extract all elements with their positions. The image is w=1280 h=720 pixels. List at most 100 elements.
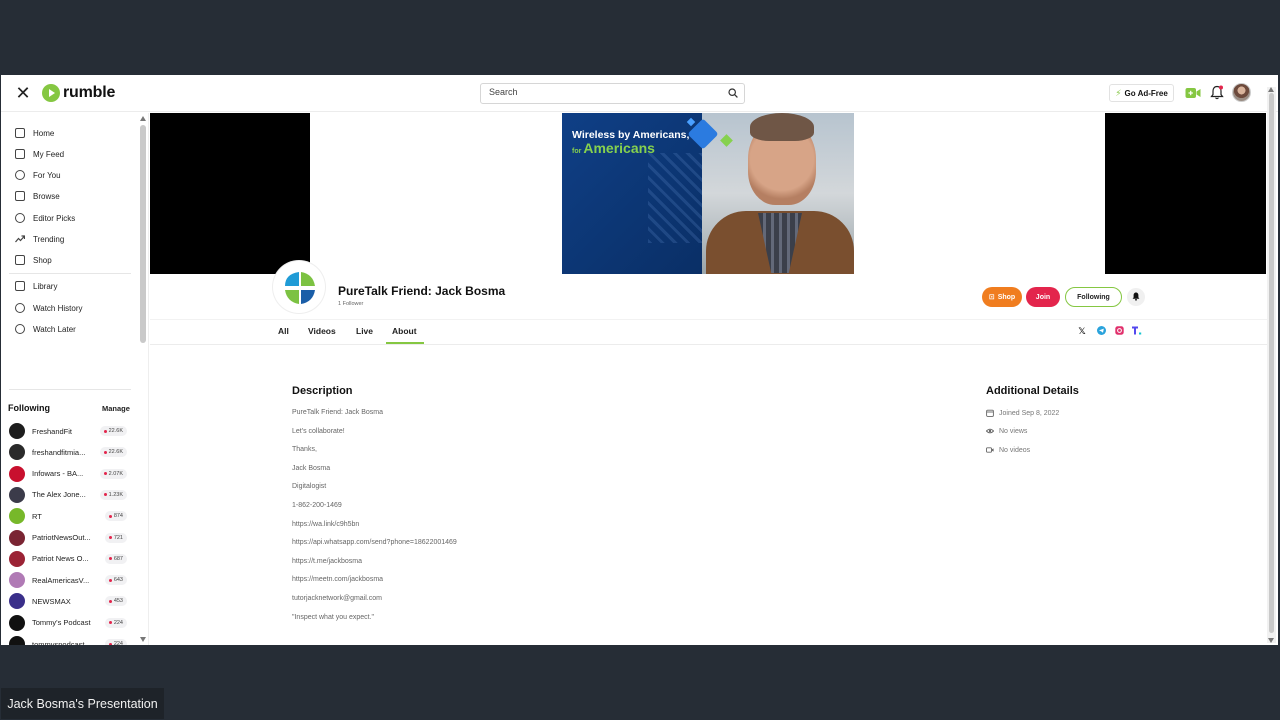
live-count-badge: 453 [104,596,127,607]
sidebar-item-label: Editor Picks [33,213,76,223]
channel-notification-button[interactable] [1127,288,1145,306]
following-channel-row[interactable]: tommyspodcast 224 [9,636,127,645]
manage-link[interactable]: Manage [102,404,130,413]
description-line: Jack Bosma [292,464,331,472]
notification-bell-icon[interactable] [1210,85,1224,100]
live-count-badge: 1.23K [99,489,127,500]
sidebar-item-label: Shop [33,255,52,265]
library-icon [15,281,25,291]
video-camera-icon [986,447,994,453]
puretalk-logo-icon [285,272,315,304]
telegram-icon[interactable] [1096,326,1106,336]
following-channel-row[interactable]: NEWSMAX 453 [9,593,127,610]
description-line[interactable]: https://t.me/jackbosma [292,558,362,565]
live-count-badge: 721 [104,532,127,543]
search-box[interactable] [480,83,745,104]
following-channel-row[interactable]: FreshandFit 22.6K [9,423,127,439]
sidebar-item-browse[interactable]: Browse [15,188,60,204]
sidebar-item-watch-history[interactable]: Watch History [15,300,83,316]
following-channel-row[interactable]: freshandfitmia... 22.6K [9,444,127,461]
ad-subheadline: for Americans [572,140,655,156]
bag-icon: ⊡ [988,294,995,301]
rumble-logo[interactable]: rumble [42,83,115,103]
live-count: 874 [113,513,123,520]
history-icon [15,303,25,313]
channel-avatar [9,444,25,461]
page-scrollbar[interactable] [1267,87,1276,643]
description-line[interactable]: https://api.whatsapp.com/send?phone=1862… [292,539,457,546]
live-count: 2.07K [108,470,123,477]
sidebar-item-home[interactable]: Home [15,125,54,141]
scroll-up-arrow-icon[interactable] [140,116,146,121]
following-channel-row[interactable]: PatriotNewsOut... 721 [9,529,127,546]
ad-subheadline-big: Americans [583,140,655,156]
scrollbar-thumb[interactable] [1269,93,1274,633]
sidebar-item-trending[interactable]: Trending [15,231,64,247]
search-input[interactable] [489,87,719,97]
tab-about[interactable]: About [392,326,417,336]
sidebar-item-label: For You [33,170,61,180]
x-icon[interactable]: 𝕏 [1077,326,1087,336]
live-dot-icon [108,578,112,582]
additional-details-heading: Additional Details [986,385,1079,397]
joined-date: Joined Sep 8, 2022 [986,409,1059,417]
sidebar-item-label: Watch Later [33,324,76,334]
sidebar-item-library[interactable]: Library [15,278,57,294]
channel-avatar[interactable] [273,261,325,313]
live-dot-icon [108,536,112,539]
channel-avatar [9,572,25,589]
live-dot-icon [108,621,112,625]
description-line: Digitalogist [292,483,327,491]
go-ad-free-button[interactable]: ⚡ Go Ad-Free [1109,84,1174,102]
following-channel-row[interactable]: The Alex Jone... 1.23K [9,486,127,503]
join-button[interactable]: Join [1026,287,1060,307]
tab-all[interactable]: All [278,326,289,336]
following-channel-row[interactable]: RT 874 [9,508,127,525]
user-avatar[interactable] [1232,83,1251,102]
scroll-down-arrow-icon[interactable] [1268,638,1274,643]
live-dot-icon [108,514,112,518]
eye-icon [986,428,994,434]
description-line[interactable]: https://wa.link/c9h5bn [292,521,359,528]
tab-live[interactable]: Live [356,326,373,336]
live-count: 643 [113,577,123,584]
sidebar: Home My Feed For You Browse Editor Picks… [1,113,149,645]
following-channel-row[interactable]: Tommy's Podcast 224 [9,614,127,631]
instagram-icon[interactable] [1114,326,1124,336]
description-line[interactable]: tutorjacknetwork@gmail.com [292,595,382,602]
logo-text: rumble [63,84,116,101]
scrollbar-thumb[interactable] [140,125,146,343]
banner-right-panel [1105,113,1266,274]
following-button[interactable]: Following [1065,287,1122,307]
scroll-up-arrow-icon[interactable] [1268,87,1274,92]
views-count-text: No views [999,427,1028,435]
following-channel-row[interactable]: Infowars - BA... 2.07K [9,465,127,482]
sidebar-item-shop[interactable]: Shop [15,252,52,268]
truth-social-icon[interactable] [1132,326,1142,336]
scroll-down-arrow-icon[interactable] [140,637,146,642]
rumble-play-icon [42,84,60,102]
live-count: 1.23K [108,491,123,498]
description-line: Let's collaborate! [292,427,345,435]
tab-videos[interactable]: Videos [308,326,336,336]
close-icon[interactable]: ✕ [15,84,31,102]
following-channel-row[interactable]: RealAmericasV... 643 [9,572,127,589]
shop-button[interactable]: ⊡ Shop [982,287,1022,307]
following-button-label: Following [1077,293,1110,301]
sidebar-scrollbar[interactable] [139,113,147,645]
live-dot-icon [103,450,107,454]
sidebar-item-for-you[interactable]: For You [15,167,61,183]
banner-left-panel [150,113,310,274]
sidebar-item-watch-later[interactable]: Watch Later [15,321,76,337]
banner-advertisement[interactable]: Wireless by Americans, for Americans [562,113,854,274]
live-count-badge: 224 [104,617,127,628]
sidebar-item-my-feed[interactable]: My Feed [15,146,64,162]
channel-avatar [9,423,25,439]
search-icon[interactable] [728,88,738,98]
sidebar-item-editor-picks[interactable]: Editor Picks [15,210,75,226]
following-channel-row[interactable]: Patriot News O... 687 [9,550,127,567]
description-line[interactable]: https://meetn.com/jackbosma [292,576,383,583]
upload-video-icon[interactable] [1185,87,1201,99]
sidebar-divider [9,273,131,274]
joined-date-text: Joined Sep 8, 2022 [999,409,1060,417]
